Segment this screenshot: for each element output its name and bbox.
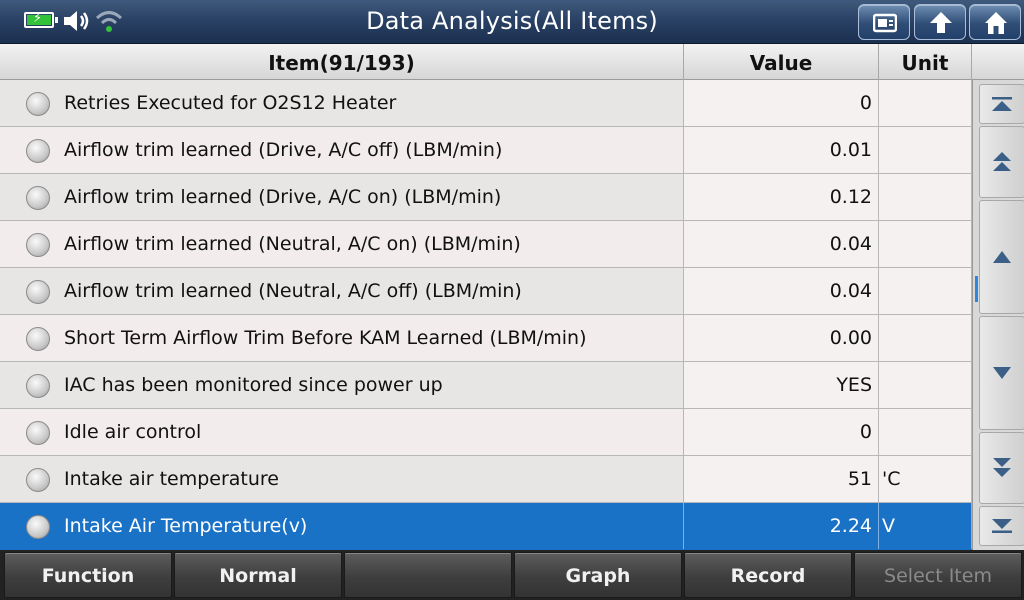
graph-button[interactable]: Graph <box>514 552 682 598</box>
table-row[interactable]: IAC has been monitored since power up YE… <box>0 362 972 409</box>
scroll-top-icon <box>992 97 1012 111</box>
scroll-bottom-icon <box>992 519 1012 533</box>
record-button[interactable]: Record <box>684 552 852 598</box>
item-value: 0.01 <box>684 127 879 173</box>
scroll-bottom-button[interactable] <box>979 506 1024 546</box>
item-name: Airflow trim learned (Drive, A/C off) (L… <box>64 139 503 161</box>
home-button[interactable] <box>969 4 1021 40</box>
table-row[interactable]: Airflow trim learned (Neutral, A/C off) … <box>0 268 972 315</box>
page-down-button[interactable] <box>979 432 1024 504</box>
row-radio[interactable] <box>26 374 50 398</box>
item-unit <box>879 127 972 173</box>
line-up-button[interactable] <box>979 200 1024 314</box>
item-unit <box>879 174 972 220</box>
item-value: YES <box>684 362 879 408</box>
line-down-button[interactable] <box>979 316 1024 430</box>
normal-button[interactable]: Normal <box>174 552 342 598</box>
page-down-icon <box>993 458 1011 477</box>
item-name: Airflow trim learned (Neutral, A/C off) … <box>64 280 522 302</box>
scroll-panel <box>972 80 1024 550</box>
item-name: Airflow trim learned (Drive, A/C on) (LB… <box>64 186 502 208</box>
scroll-top-button[interactable] <box>979 84 1024 124</box>
table-header: Item(91/193) Value Unit <box>0 44 1024 80</box>
empty-button[interactable] <box>344 552 512 598</box>
item-unit <box>879 409 972 455</box>
item-name: Short Term Airflow Trim Before KAM Learn… <box>64 327 587 349</box>
table-row[interactable]: Idle air control 0 <box>0 409 972 456</box>
function-button[interactable]: Function <box>4 552 172 598</box>
item-unit <box>879 362 972 408</box>
table-row[interactable]: Airflow trim learned (Drive, A/C on) (LB… <box>0 174 972 221</box>
page-up-icon <box>993 152 1011 171</box>
select-item-button[interactable]: Select Item <box>854 552 1022 598</box>
table-row[interactable]: Short Term Airflow Trim Before KAM Learn… <box>0 315 972 362</box>
table-row[interactable]: Airflow trim learned (Neutral, A/C on) (… <box>0 221 972 268</box>
row-radio[interactable] <box>26 186 50 210</box>
item-unit: 'C <box>879 456 972 502</box>
row-radio[interactable] <box>26 280 50 304</box>
row-radio[interactable] <box>26 468 50 492</box>
back-button[interactable] <box>914 4 966 40</box>
item-value: 51 <box>684 456 879 502</box>
line-down-icon <box>993 367 1011 379</box>
screenshot-icon <box>873 13 897 33</box>
table-row-selected[interactable]: Intake Air Temperature(v) 2.24 V <box>0 503 972 550</box>
screenshot-button[interactable] <box>858 4 910 40</box>
page-up-button[interactable] <box>979 126 1024 198</box>
scrollbar-thumb[interactable] <box>975 276 978 302</box>
item-unit <box>879 80 972 126</box>
item-value: 0 <box>684 80 879 126</box>
title-bar: ⚡ Data Analysis(All Items) <box>0 0 1024 44</box>
item-name: Idle air control <box>64 421 202 443</box>
row-radio[interactable] <box>26 139 50 163</box>
item-value: 0.12 <box>684 174 879 220</box>
row-radio[interactable] <box>26 327 50 351</box>
item-name: Retries Executed for O2S12 Heater <box>64 92 397 114</box>
item-name: Intake air temperature <box>64 468 279 490</box>
table-row[interactable]: Airflow trim learned (Drive, A/C off) (L… <box>0 127 972 174</box>
bottom-toolbar: Function Normal Graph Record Select Item <box>0 550 1024 600</box>
item-name: IAC has been monitored since power up <box>64 374 443 396</box>
item-unit <box>879 221 972 267</box>
column-header-value[interactable]: Value <box>684 44 879 80</box>
row-radio[interactable] <box>26 92 50 116</box>
row-radio[interactable] <box>26 233 50 257</box>
item-value: 0.04 <box>684 268 879 314</box>
item-value: 2.24 <box>684 503 879 549</box>
item-value: 0 <box>684 409 879 455</box>
column-header-unit[interactable]: Unit <box>879 44 972 80</box>
item-value: 0.00 <box>684 315 879 361</box>
item-unit: V <box>879 503 972 549</box>
item-name: Intake Air Temperature(v) <box>64 515 308 537</box>
back-arrow-icon <box>930 12 952 33</box>
data-table: Retries Executed for O2S12 Heater 0 Airf… <box>0 80 972 550</box>
line-up-icon <box>993 251 1011 263</box>
row-radio[interactable] <box>26 515 50 539</box>
table-row[interactable]: Retries Executed for O2S12 Heater 0 <box>0 80 972 127</box>
item-unit <box>879 315 972 361</box>
home-icon <box>985 12 1007 34</box>
item-unit <box>879 268 972 314</box>
item-value: 0.04 <box>684 221 879 267</box>
item-name: Airflow trim learned (Neutral, A/C on) (… <box>64 233 521 255</box>
table-row[interactable]: Intake air temperature 51 'C <box>0 456 972 503</box>
row-radio[interactable] <box>26 421 50 445</box>
column-header-spacer <box>972 44 1024 80</box>
column-header-item[interactable]: Item(91/193) <box>0 44 684 80</box>
